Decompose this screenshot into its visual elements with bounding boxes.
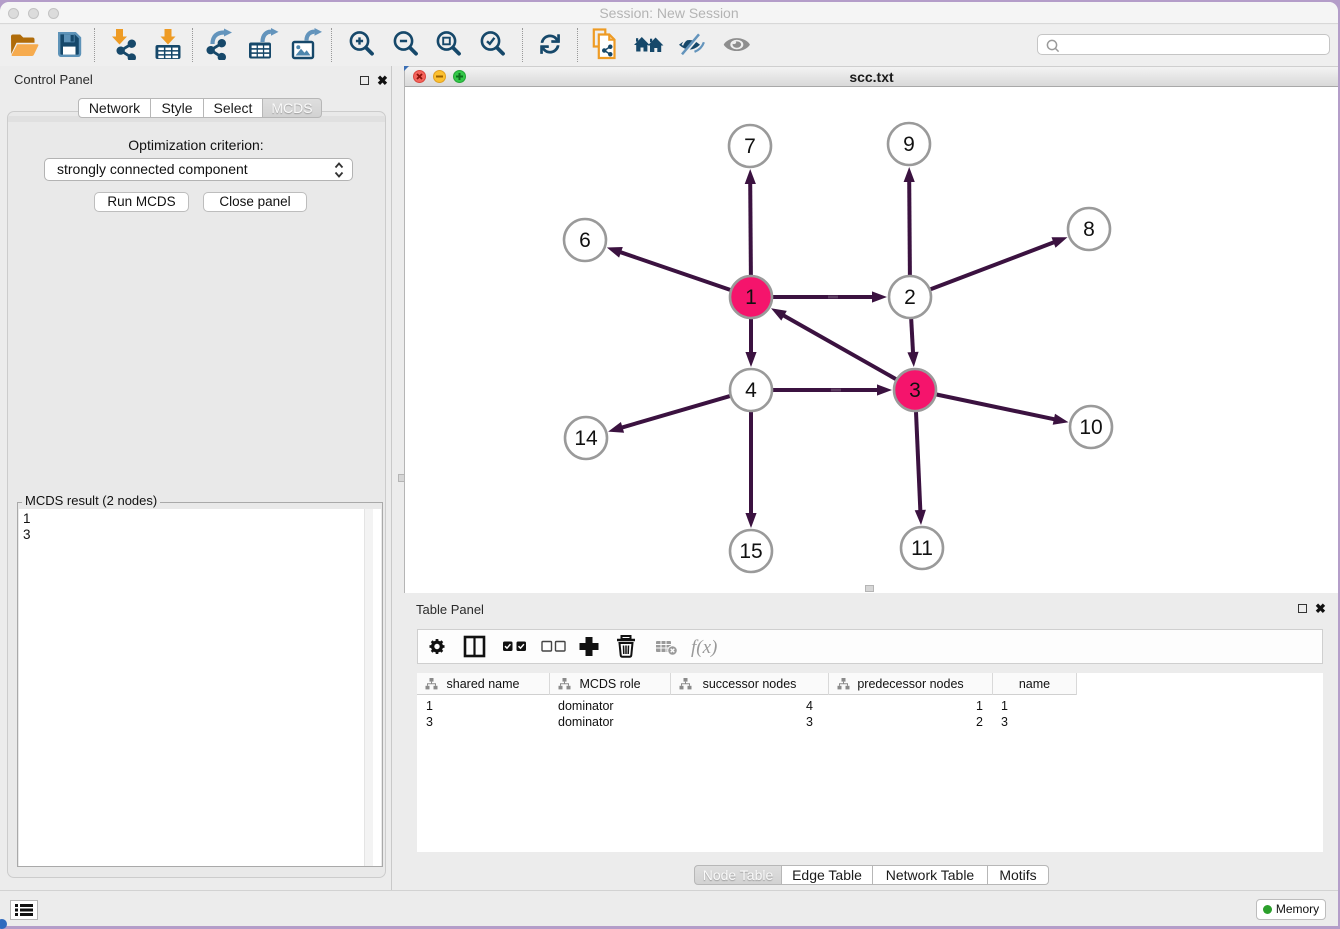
svg-text:11: 11: [911, 537, 933, 560]
svg-text:1: 1: [745, 286, 757, 309]
svg-text:7: 7: [744, 135, 756, 158]
svg-text:2: 2: [904, 286, 916, 309]
svg-text:8: 8: [1083, 218, 1095, 241]
svg-text:10: 10: [1079, 416, 1102, 439]
svg-text:6: 6: [579, 229, 591, 252]
svg-text:9: 9: [903, 133, 915, 156]
svg-text:3: 3: [909, 379, 921, 402]
svg-text:14: 14: [574, 427, 598, 450]
svg-text:4: 4: [745, 379, 757, 402]
svg-text:15: 15: [739, 540, 762, 563]
svg-text:f(x): f(x): [691, 637, 717, 658]
